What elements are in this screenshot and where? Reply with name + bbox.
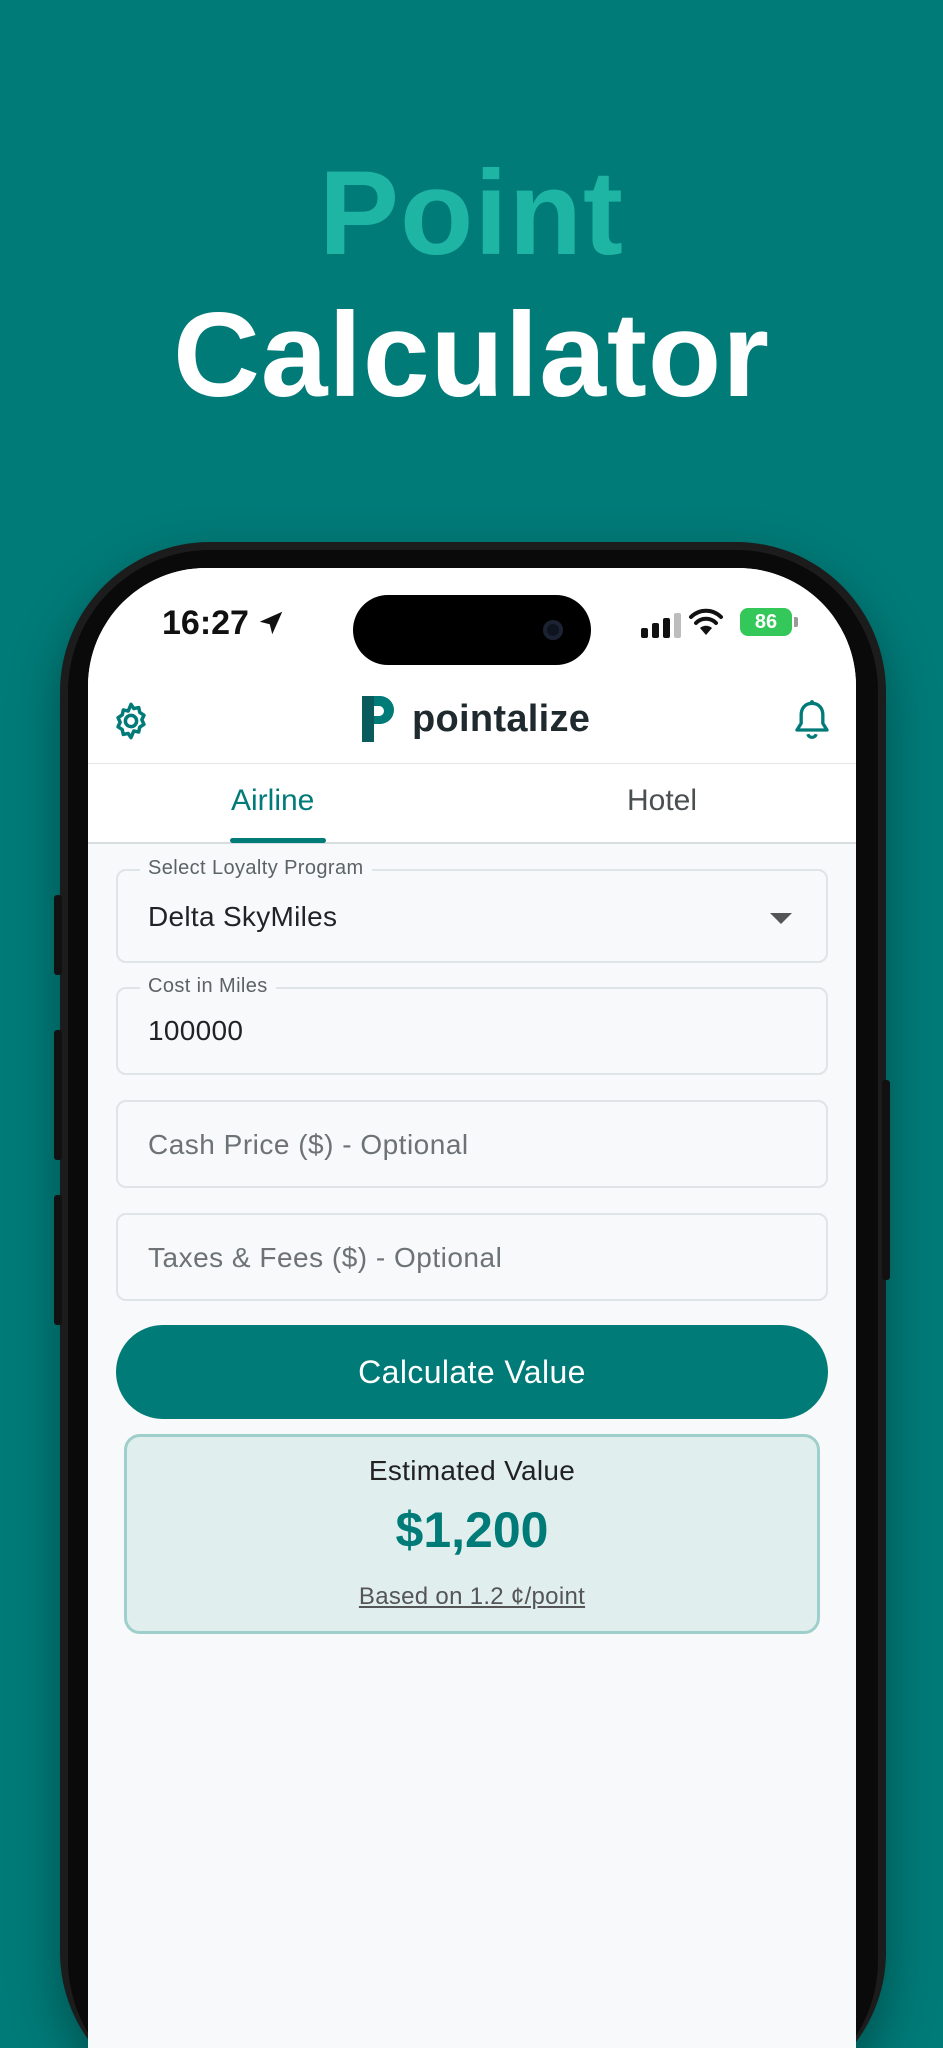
cost-in-miles-value: 100000 xyxy=(148,1015,244,1046)
app-header: pointalize xyxy=(88,678,856,764)
cost-in-miles-label: Cost in Miles xyxy=(140,975,276,998)
gear-icon[interactable] xyxy=(110,700,152,742)
phone-power-button xyxy=(882,1080,890,1280)
estimated-value-label: Estimated Value xyxy=(368,1455,576,1486)
promo-title-line2: Calculator xyxy=(173,288,770,422)
app-logo: pointalize xyxy=(358,694,590,744)
battery-icon: 86 xyxy=(740,608,792,636)
calculate-value-button[interactable]: Calculate Value xyxy=(116,1325,828,1419)
tab-airline[interactable]: Airline xyxy=(231,784,314,818)
promo-title-line1: Point xyxy=(319,146,624,280)
pointalize-logo-icon xyxy=(362,696,394,742)
phone-volume-down-button xyxy=(54,1195,62,1325)
dynamic-island xyxy=(353,595,591,665)
phone-screen: 16:27 86 pointalize Airline Hotel Select… xyxy=(88,568,856,2048)
taxes-fees-placeholder: Taxes & Fees ($) - Optional xyxy=(148,1242,503,1273)
cash-price-placeholder: Cash Price ($) - Optional xyxy=(148,1129,469,1160)
phone-action-button xyxy=(54,895,62,975)
dropdown-caret-icon xyxy=(770,913,792,924)
status-time: 16:27 xyxy=(162,604,249,642)
cellular-signal-icon xyxy=(641,612,681,638)
tab-bar: Airline Hotel xyxy=(88,764,856,844)
app-name: pointalize xyxy=(412,697,591,740)
cash-price-input[interactable]: Cash Price ($) - Optional xyxy=(116,1100,828,1188)
loyalty-program-value: Delta SkyMiles xyxy=(148,901,338,932)
wifi-icon xyxy=(689,608,723,635)
status-bar: 16:27 86 xyxy=(88,568,856,678)
valuation-rate-link[interactable]: Based on 1.2 ¢/point xyxy=(127,1583,817,1611)
location-arrow-icon xyxy=(259,611,283,635)
loyalty-program-label: Select Loyalty Program xyxy=(140,857,372,880)
loyalty-program-select[interactable]: Select Loyalty Program Delta SkyMiles xyxy=(116,857,828,963)
phone-volume-up-button xyxy=(54,1030,62,1160)
cost-in-miles-input[interactable]: Cost in Miles 100000 xyxy=(116,975,828,1075)
active-tab-indicator xyxy=(230,838,326,843)
battery-level: 86 xyxy=(754,610,778,633)
front-camera xyxy=(543,620,563,640)
bell-icon[interactable] xyxy=(792,698,832,742)
tab-hotel[interactable]: Hotel xyxy=(627,784,697,818)
estimated-value-card: Estimated Value $1,200 Based on 1.2 ¢/po… xyxy=(124,1434,820,1634)
taxes-fees-input[interactable]: Taxes & Fees ($) - Optional xyxy=(116,1213,828,1301)
estimated-value-amount: $1,200 xyxy=(395,1502,549,1558)
battery-tip xyxy=(794,617,798,627)
